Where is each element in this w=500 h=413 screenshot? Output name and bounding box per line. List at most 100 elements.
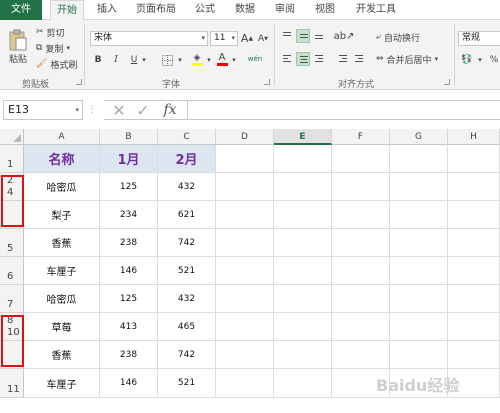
cell-b-1[interactable]: 125 (100, 173, 158, 201)
cell-d-4[interactable] (216, 257, 274, 285)
cell-a-4[interactable]: 车厘子 (24, 257, 100, 285)
cell-a-0[interactable]: 名称 (24, 145, 100, 173)
percent-style-button[interactable]: % (488, 53, 500, 67)
font-name-combo[interactable]: 宋体 ▾ (90, 31, 208, 46)
cell-d-1[interactable] (216, 173, 274, 201)
row-header[interactable]: 5 (0, 229, 24, 257)
cell-e-8[interactable] (274, 369, 332, 398)
align-right-button[interactable] (312, 52, 326, 66)
increase-indent-button[interactable] (352, 52, 366, 66)
clipboard-launcher-icon[interactable] (76, 79, 82, 85)
italic-button[interactable]: I (110, 53, 122, 67)
column-header-d[interactable]: D (216, 129, 274, 145)
format-painter-button[interactable]: 🖌 格式刷 (36, 58, 77, 71)
underline-button[interactable]: U (128, 53, 140, 67)
cell-d-3[interactable] (216, 229, 274, 257)
cell-e-2[interactable] (274, 201, 332, 229)
copy-button[interactable]: ⧉ 复制 ▾ (36, 42, 70, 55)
cell-a-3[interactable]: 香蕉 (24, 229, 100, 257)
cell-g-7[interactable] (390, 341, 448, 369)
cell-h-1[interactable] (448, 173, 500, 201)
align-left-button[interactable] (280, 52, 294, 66)
align-middle-button[interactable] (296, 29, 310, 43)
cell-e-0[interactable] (274, 145, 332, 173)
merge-center-button[interactable]: ⇔ 合并后居中 ▾ (376, 53, 438, 66)
cell-e-1[interactable] (274, 173, 332, 201)
cell-h-2[interactable] (448, 201, 500, 229)
cell-g-6[interactable] (390, 313, 448, 341)
cell-b-5[interactable]: 125 (100, 285, 158, 313)
alignment-launcher-icon[interactable] (444, 79, 450, 85)
grow-font-button[interactable]: A ▲ (241, 31, 253, 46)
align-top-button[interactable] (280, 29, 294, 43)
cell-a-5[interactable]: 哈密瓜 (24, 285, 100, 313)
cell-e-6[interactable] (274, 313, 332, 341)
cell-a-7[interactable]: 香蕉 (24, 341, 100, 369)
cell-d-0[interactable] (216, 145, 274, 173)
tab-developer[interactable]: 开发工具 (350, 0, 402, 20)
cell-b-0[interactable]: 1月 (100, 145, 158, 173)
cell-d-5[interactable] (216, 285, 274, 313)
cell-f-1[interactable] (332, 173, 390, 201)
cell-b-8[interactable]: 146 (100, 369, 158, 398)
cell-c-0[interactable]: 2月 (158, 145, 216, 173)
cell-f-3[interactable] (332, 229, 390, 257)
cell-b-6[interactable]: 413 (100, 313, 158, 341)
cell-b-4[interactable]: 146 (100, 257, 158, 285)
bold-button[interactable]: B (92, 53, 104, 67)
select-all-button[interactable] (0, 129, 24, 145)
cell-c-5[interactable]: 432 (158, 285, 216, 313)
cell-e-7[interactable] (274, 341, 332, 369)
column-header-b[interactable]: B (100, 129, 158, 145)
fill-color-button[interactable]: ◈ (190, 51, 204, 67)
cell-f-6[interactable] (332, 313, 390, 341)
accounting-format-button[interactable]: 💱 (460, 53, 474, 67)
accounting-format-dropdown[interactable]: ▾ (476, 53, 484, 67)
cancel-icon[interactable]: ✕ (110, 101, 128, 120)
cell-h-7[interactable] (448, 341, 500, 369)
column-header-c[interactable]: C (158, 129, 216, 145)
cell-e-3[interactable] (274, 229, 332, 257)
phonetic-button[interactable]: wén (246, 51, 264, 67)
cell-h-0[interactable] (448, 145, 500, 173)
cell-g-3[interactable] (390, 229, 448, 257)
cell-g-2[interactable] (390, 201, 448, 229)
tab-page-layout[interactable]: 页面布局 (130, 0, 182, 20)
cell-g-0[interactable] (390, 145, 448, 173)
wrap-text-button[interactable]: ⤶ 自动换行 (376, 31, 420, 44)
cell-f-4[interactable] (332, 257, 390, 285)
formula-input[interactable] (187, 100, 500, 120)
cell-d-6[interactable] (216, 313, 274, 341)
cell-c-8[interactable]: 521 (158, 369, 216, 398)
cell-d-8[interactable] (216, 369, 274, 398)
tab-review[interactable]: 审阅 (268, 0, 302, 20)
font-size-combo[interactable]: 11 ▾ (210, 31, 238, 46)
cell-c-6[interactable]: 465 (158, 313, 216, 341)
column-header-a[interactable]: A (24, 129, 100, 145)
font-color-dropdown[interactable]: ▾ (230, 53, 238, 67)
worksheet-grid[interactable]: ABCDEFGH 1 名称 1月 2月 4 2 哈密瓜 125 432 梨子 234 621 5 香蕉 23… (0, 124, 500, 413)
row-header[interactable]: 7 (0, 285, 24, 313)
cell-a-6[interactable]: 草莓 (24, 313, 100, 341)
font-launcher-icon[interactable] (264, 79, 270, 85)
row-header[interactable]: 11 (0, 369, 24, 398)
cell-a-1[interactable]: 哈密瓜 (24, 173, 100, 201)
tab-file[interactable]: 文件 (0, 0, 42, 20)
decrease-indent-button[interactable] (336, 52, 350, 66)
enter-icon[interactable]: ✓ (134, 101, 152, 120)
cell-f-5[interactable] (332, 285, 390, 313)
tab-data[interactable]: 数据 (228, 0, 262, 20)
cell-b-2[interactable]: 234 (100, 201, 158, 229)
name-box[interactable]: E13 ▾ (3, 100, 83, 120)
cell-h-6[interactable] (448, 313, 500, 341)
cell-c-7[interactable]: 742 (158, 341, 216, 369)
cell-h-5[interactable] (448, 285, 500, 313)
cell-d-2[interactable] (216, 201, 274, 229)
cell-a-2[interactable]: 梨子 (24, 201, 100, 229)
cell-g-4[interactable] (390, 257, 448, 285)
shrink-font-button[interactable]: A ▼ (257, 31, 269, 46)
cell-d-7[interactable] (216, 341, 274, 369)
cell-h-4[interactable] (448, 257, 500, 285)
row-header[interactable]: 1 (0, 145, 24, 173)
tab-home[interactable]: 开始 (50, 0, 84, 21)
